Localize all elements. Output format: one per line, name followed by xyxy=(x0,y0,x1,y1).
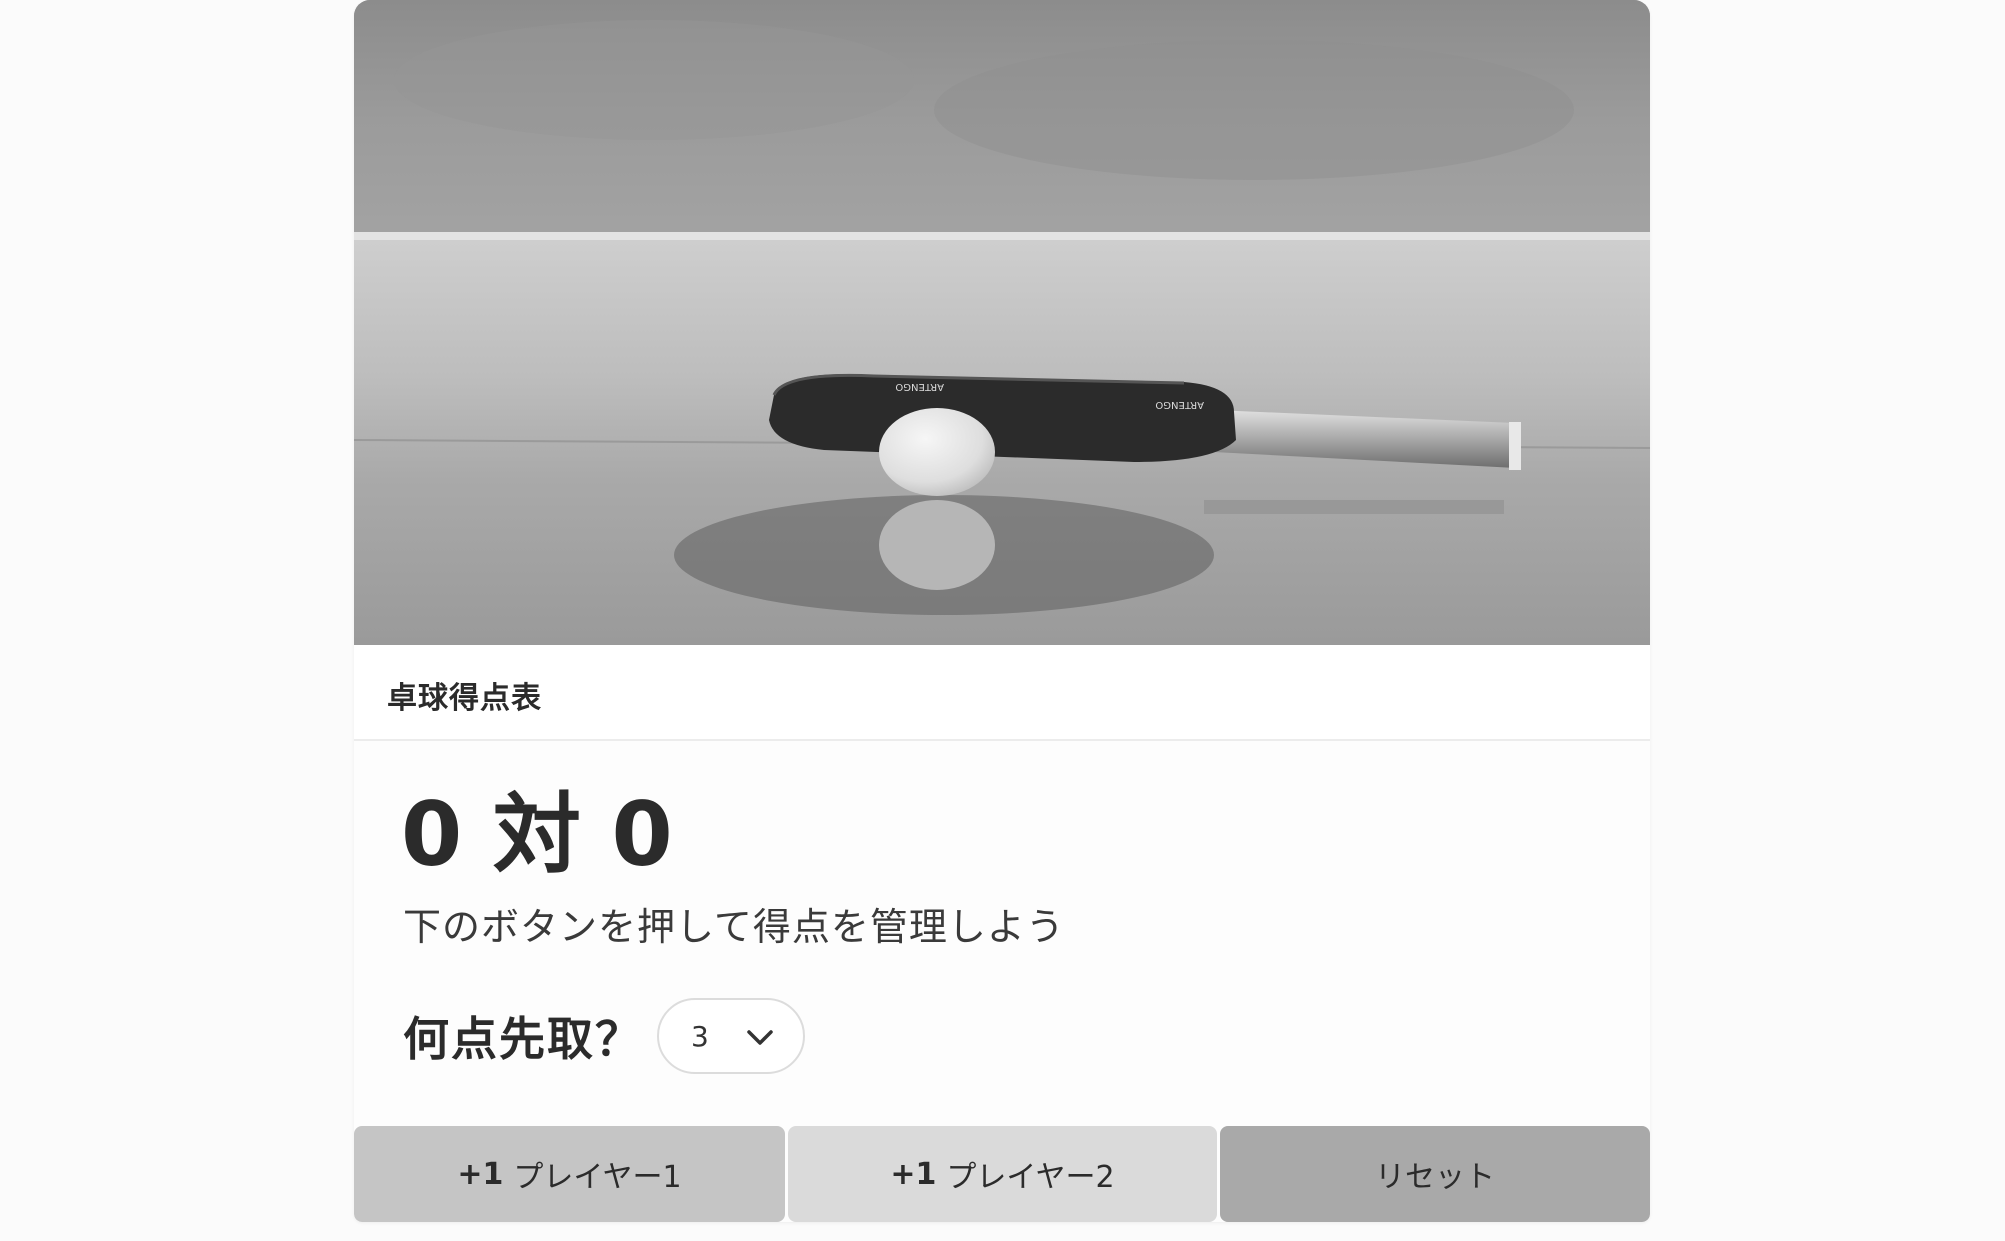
player2-plus-button[interactable]: +1 プレイヤー2 xyxy=(788,1126,1217,1222)
svg-text:ARTENGO: ARTENGO xyxy=(1155,399,1204,410)
paddle-brand-text: ARTENGO xyxy=(895,381,944,392)
player2-button-label: プレイヤー2 xyxy=(946,1160,1115,1195)
goal-setting-row: 何点先取？ 3 xyxy=(403,996,805,1076)
player1-button-label: プレイヤー1 xyxy=(513,1160,682,1195)
player1-plus-button[interactable]: +1 プレイヤー1 xyxy=(354,1126,785,1222)
chevron-down-icon xyxy=(747,1030,773,1045)
player1-plus-prefix: +1 xyxy=(457,1156,504,1192)
card-title: 卓球得点表 xyxy=(387,681,542,716)
score-display: 0 対 0 xyxy=(401,791,673,879)
card-header: 卓球得点表 xyxy=(354,645,1650,741)
score-separator: 対 xyxy=(492,783,581,886)
instruction-text: 下のボタンを押して得点を管理しよう xyxy=(403,905,1065,949)
player2-plus-prefix: +1 xyxy=(890,1156,937,1192)
player2-score: 0 xyxy=(611,783,673,886)
action-buttons: +1 プレイヤー1 +1 プレイヤー2 リセット xyxy=(354,1126,1650,1222)
goal-points-value: 3 xyxy=(691,1019,709,1053)
player1-score: 0 xyxy=(401,783,463,886)
hero-image: ARTENGO ARTENGO xyxy=(354,0,1650,645)
reset-button[interactable]: リセット xyxy=(1220,1126,1650,1222)
card-body: 0 対 0 下のボタンを押して得点を管理しよう 何点先取？ 3 xyxy=(354,741,1650,1126)
goal-label: 何点先取？ xyxy=(403,1012,643,1066)
goal-points-select[interactable]: 3 xyxy=(657,998,805,1074)
scoreboard-card: ARTENGO ARTENGO 卓球得点表 0 対 0 下のボタンを押して得点を… xyxy=(354,0,1650,1222)
